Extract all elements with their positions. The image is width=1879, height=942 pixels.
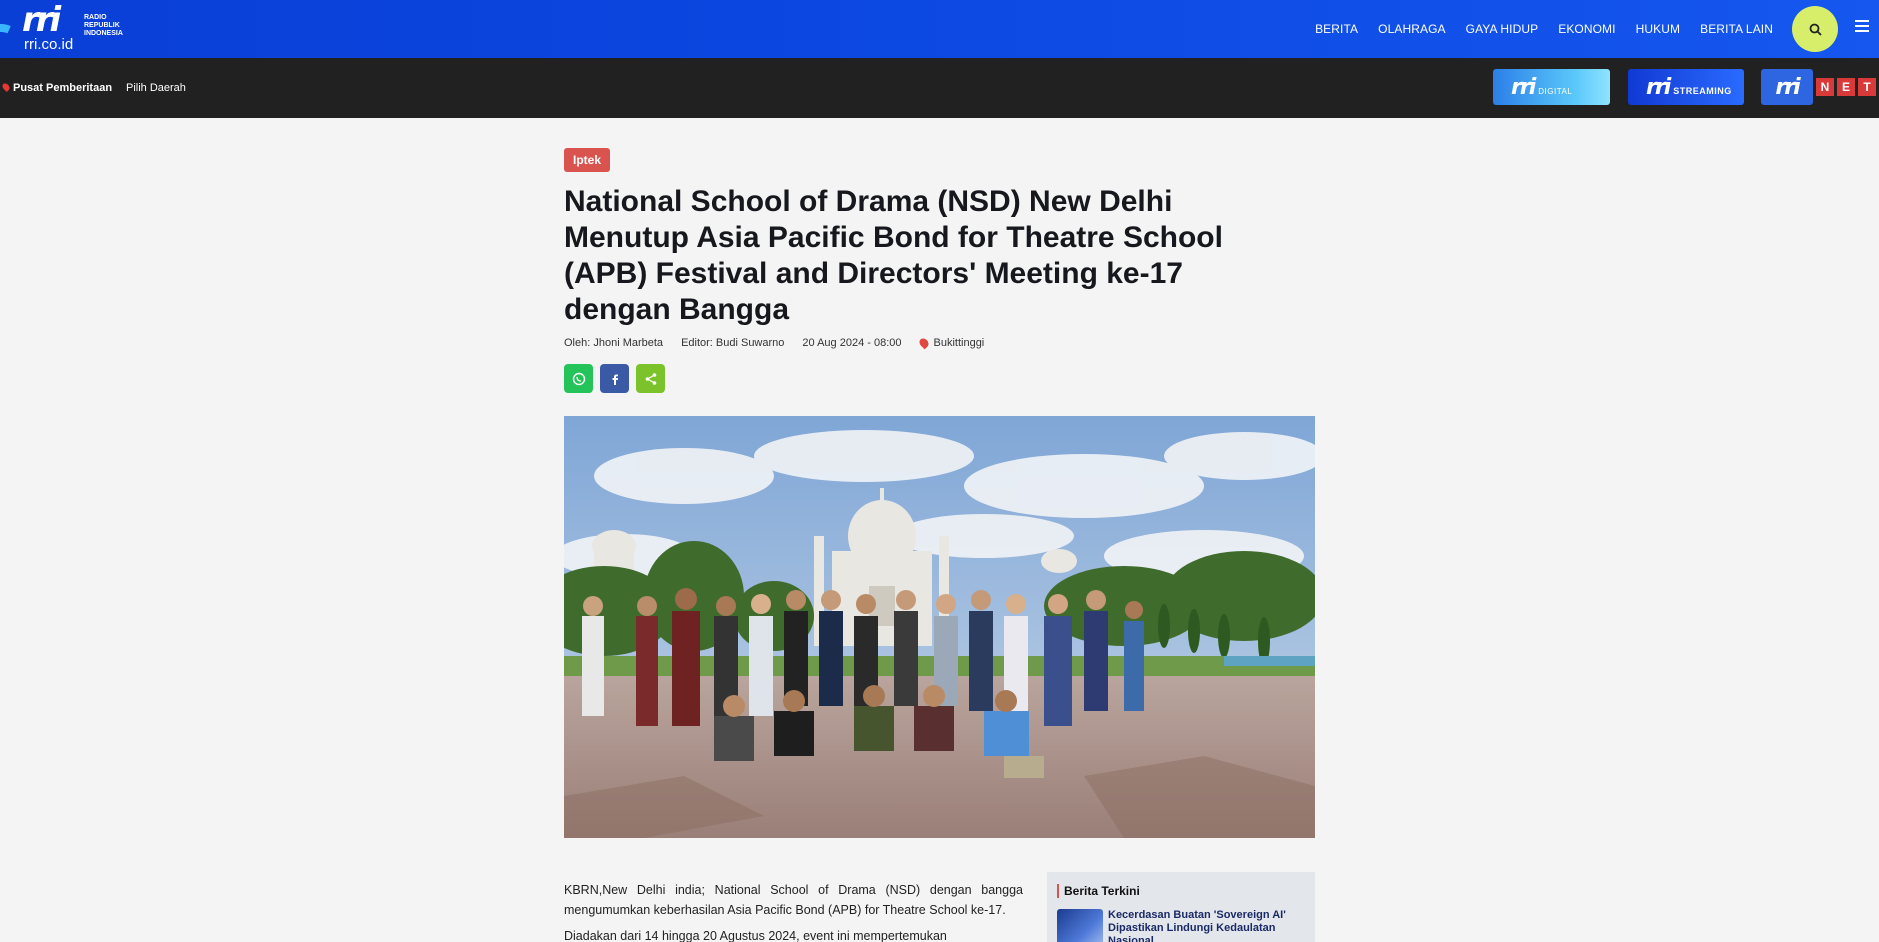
search-icon — [1809, 23, 1822, 36]
pilih-daerah-link[interactable]: Pilih Daerah — [126, 82, 186, 94]
logo-mark: rri — [22, 0, 61, 40]
whatsapp-icon — [572, 372, 585, 385]
rri-streaming-badge[interactable]: rri STREAMING — [1628, 69, 1744, 105]
nav-gaya-hidup[interactable]: GAYA HIDUP — [1466, 22, 1539, 36]
publish-date: 20 Aug 2024 - 08:00 — [802, 337, 902, 349]
region-bar: Pusat Pemberitaan Pilih Daerah rri DIGIT… — [0, 58, 1879, 118]
rri-logo[interactable]: rri RADIO REPUBLIK INDONESIA rri.co.id — [0, 0, 140, 77]
map-pin-icon — [1, 82, 11, 92]
share-icon — [645, 372, 656, 385]
pusat-pemberitaan-link[interactable]: Pusat Pemberitaan — [1, 82, 112, 94]
logo-subtitle: RADIO REPUBLIK INDONESIA — [84, 14, 123, 37]
facebook-share-button[interactable] — [600, 364, 629, 393]
nav-hukum[interactable]: HUKUM — [1636, 22, 1681, 36]
share-button[interactable] — [636, 364, 665, 393]
category-badge[interactable]: Iptek — [564, 148, 611, 172]
share-buttons — [564, 364, 665, 393]
taj-mahal-group-photo — [564, 416, 1315, 838]
article-photo — [564, 416, 1315, 838]
whatsapp-share-button[interactable] — [564, 364, 593, 393]
nav-berita[interactable]: BERITA — [1315, 22, 1358, 36]
nav-ekonomi[interactable]: EKONOMI — [1558, 22, 1615, 36]
location-pin-icon — [917, 336, 930, 350]
article-body: KBRN,New Delhi india; National School of… — [564, 880, 1023, 942]
top-navbar: rri RADIO REPUBLIK INDONESIA rri.co.id B… — [0, 0, 1879, 77]
news-thumbnail[interactable] — [1057, 909, 1103, 942]
search-button[interactable] — [1792, 6, 1838, 52]
sidebar-title: Berita Terkini — [1057, 884, 1140, 898]
logo-domain: rri.co.id — [24, 36, 74, 53]
article-meta: Oleh: Jhoni Marbeta Editor: Budi Suwarno… — [564, 336, 984, 350]
rri-net-badge[interactable]: rri N E T — [1761, 69, 1879, 105]
latest-news-sidebar: Berita Terkini Kecerdasan Buatan 'Sovere… — [1047, 872, 1315, 942]
hamburger-menu-icon[interactable] — [1855, 20, 1869, 34]
editor: Editor: Budi Suwarno — [681, 337, 785, 349]
article-title: National School of Drama (NSD) New Delhi… — [564, 185, 1223, 326]
facebook-icon — [612, 374, 618, 385]
rri-digital-badge[interactable]: rri DIGITAL — [1493, 69, 1610, 105]
nav-olahraga[interactable]: OLAHRAGA — [1378, 22, 1446, 36]
nav-berita-lain[interactable]: BERITA LAIN — [1700, 22, 1773, 36]
article-paragraph-2: Diadakan dari 14 hingga 20 Agustus 2024,… — [564, 929, 947, 942]
author[interactable]: Oleh: Jhoni Marbeta — [564, 337, 663, 349]
net-rri-logo: rri — [1761, 69, 1813, 105]
latest-news-item[interactable]: Kecerdasan Buatan 'Sovereign AI' Dipasti… — [1108, 909, 1308, 942]
main-nav: BERITA OLAHRAGA GAYA HIDUP EKONOMI HUKUM… — [1295, 0, 1773, 58]
article-paragraph-1: KBRN,New Delhi india; National School of… — [564, 883, 1023, 917]
location: Bukittinggi — [917, 336, 984, 350]
